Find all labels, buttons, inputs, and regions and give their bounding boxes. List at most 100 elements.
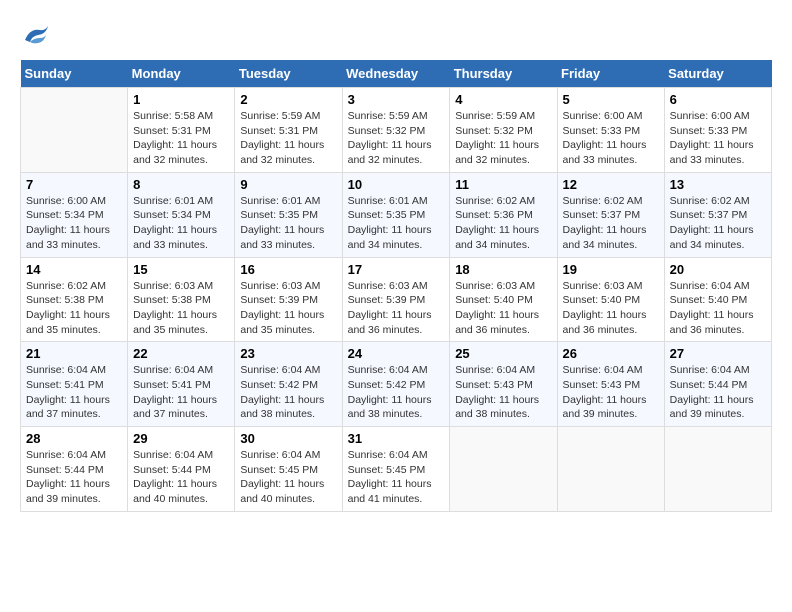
day-info: Sunrise: 6:02 AMSunset: 5:37 PMDaylight:… <box>670 194 766 253</box>
day-number: 10 <box>348 177 445 192</box>
calendar-cell: 1Sunrise: 5:58 AMSunset: 5:31 PMDaylight… <box>128 88 235 173</box>
day-number: 22 <box>133 346 229 361</box>
day-number: 19 <box>563 262 659 277</box>
day-info: Sunrise: 5:59 AMSunset: 5:32 PMDaylight:… <box>455 109 551 168</box>
weekday-header-saturday: Saturday <box>664 60 771 88</box>
day-info: Sunrise: 6:04 AMSunset: 5:43 PMDaylight:… <box>563 363 659 422</box>
day-info: Sunrise: 6:04 AMSunset: 5:42 PMDaylight:… <box>240 363 336 422</box>
day-number: 31 <box>348 431 445 446</box>
calendar-cell <box>450 427 557 512</box>
day-number: 8 <box>133 177 229 192</box>
calendar-cell: 9 Sunrise: 6:01 AMSunset: 5:35 PMDaylight… <box>235 172 342 257</box>
calendar-cell: 29 Sunrise: 6:04 AMSunset: 5:44 PMDayligh… <box>128 427 235 512</box>
weekday-header-wednesday: Wednesday <box>342 60 450 88</box>
day-number: 27 <box>670 346 766 361</box>
day-info: Sunrise: 6:00 AMSunset: 5:33 PMDaylight:… <box>670 109 766 168</box>
day-info: Sunrise: 6:04 AMSunset: 5:41 PMDaylight:… <box>133 363 229 422</box>
day-number: 13 <box>670 177 766 192</box>
day-info: Sunrise: 6:04 AMSunset: 5:41 PMDaylight:… <box>26 363 122 422</box>
day-info: Sunrise: 6:01 AMSunset: 5:34 PMDaylight:… <box>133 194 229 253</box>
day-info: Sunrise: 5:59 AMSunset: 5:32 PMDaylight:… <box>348 109 445 168</box>
day-number: 2 <box>240 92 336 107</box>
weekday-header-friday: Friday <box>557 60 664 88</box>
day-number: 14 <box>26 262 122 277</box>
weekday-header-row: SundayMondayTuesdayWednesdayThursdayFrid… <box>21 60 772 88</box>
calendar-cell: 6Sunrise: 6:00 AMSunset: 5:33 PMDaylight… <box>664 88 771 173</box>
calendar-cell <box>557 427 664 512</box>
day-info: Sunrise: 6:04 AMSunset: 5:42 PMDaylight:… <box>348 363 445 422</box>
week-row-1: 1Sunrise: 5:58 AMSunset: 5:31 PMDaylight… <box>21 88 772 173</box>
weekday-header-monday: Monday <box>128 60 235 88</box>
day-number: 21 <box>26 346 122 361</box>
day-number: 16 <box>240 262 336 277</box>
calendar-cell: 19 Sunrise: 6:03 AMSunset: 5:40 PMDayligh… <box>557 257 664 342</box>
logo <box>20 20 54 50</box>
day-info: Sunrise: 6:01 AMSunset: 5:35 PMDaylight:… <box>240 194 336 253</box>
day-info: Sunrise: 6:01 AMSunset: 5:35 PMDaylight:… <box>348 194 445 253</box>
day-info: Sunrise: 6:04 AMSunset: 5:40 PMDaylight:… <box>670 279 766 338</box>
calendar-cell: 3 Sunrise: 5:59 AMSunset: 5:32 PMDaylight… <box>342 88 450 173</box>
day-info: Sunrise: 5:58 AMSunset: 5:31 PMDaylight:… <box>133 109 229 168</box>
day-info: Sunrise: 6:03 AMSunset: 5:38 PMDaylight:… <box>133 279 229 338</box>
day-number: 29 <box>133 431 229 446</box>
calendar-cell: 11 Sunrise: 6:02 AMSunset: 5:36 PMDayligh… <box>450 172 557 257</box>
calendar-cell: 13 Sunrise: 6:02 AMSunset: 5:37 PMDayligh… <box>664 172 771 257</box>
calendar-cell: 7Sunrise: 6:00 AMSunset: 5:34 PMDaylight… <box>21 172 128 257</box>
day-info: Sunrise: 6:04 AMSunset: 5:45 PMDaylight:… <box>348 448 445 507</box>
day-number: 30 <box>240 431 336 446</box>
week-row-3: 14Sunrise: 6:02 AMSunset: 5:38 PMDayligh… <box>21 257 772 342</box>
day-info: Sunrise: 6:03 AMSunset: 5:40 PMDaylight:… <box>455 279 551 338</box>
weekday-header-tuesday: Tuesday <box>235 60 342 88</box>
day-info: Sunrise: 6:02 AMSunset: 5:36 PMDaylight:… <box>455 194 551 253</box>
week-row-4: 21 Sunrise: 6:04 AMSunset: 5:41 PMDayligh… <box>21 342 772 427</box>
calendar-cell: 31 Sunrise: 6:04 AMSunset: 5:45 PMDayligh… <box>342 427 450 512</box>
calendar-cell <box>664 427 771 512</box>
day-info: Sunrise: 6:04 AMSunset: 5:44 PMDaylight:… <box>670 363 766 422</box>
calendar-cell: 8 Sunrise: 6:01 AMSunset: 5:34 PMDaylight… <box>128 172 235 257</box>
calendar-cell: 16 Sunrise: 6:03 AMSunset: 5:39 PMDayligh… <box>235 257 342 342</box>
day-info: Sunrise: 5:59 AMSunset: 5:31 PMDaylight:… <box>240 109 336 168</box>
weekday-header-thursday: Thursday <box>450 60 557 88</box>
day-number: 11 <box>455 177 551 192</box>
calendar-cell: 2 Sunrise: 5:59 AMSunset: 5:31 PMDaylight… <box>235 88 342 173</box>
day-number: 25 <box>455 346 551 361</box>
calendar-cell: 26 Sunrise: 6:04 AMSunset: 5:43 PMDayligh… <box>557 342 664 427</box>
day-info: Sunrise: 6:02 AMSunset: 5:37 PMDaylight:… <box>563 194 659 253</box>
calendar-cell: 22 Sunrise: 6:04 AMSunset: 5:41 PMDayligh… <box>128 342 235 427</box>
weekday-header-sunday: Sunday <box>21 60 128 88</box>
calendar-cell: 12 Sunrise: 6:02 AMSunset: 5:37 PMDayligh… <box>557 172 664 257</box>
calendar-cell <box>21 88 128 173</box>
logo-icon <box>20 20 50 50</box>
calendar-cell: 15 Sunrise: 6:03 AMSunset: 5:38 PMDayligh… <box>128 257 235 342</box>
day-number: 12 <box>563 177 659 192</box>
calendar-cell: 20 Sunrise: 6:04 AMSunset: 5:40 PMDayligh… <box>664 257 771 342</box>
calendar-cell: 23Sunrise: 6:04 AMSunset: 5:42 PMDayligh… <box>235 342 342 427</box>
day-info: Sunrise: 6:00 AMSunset: 5:34 PMDaylight:… <box>26 194 122 253</box>
week-row-2: 7Sunrise: 6:00 AMSunset: 5:34 PMDaylight… <box>21 172 772 257</box>
calendar-cell: 18 Sunrise: 6:03 AMSunset: 5:40 PMDayligh… <box>450 257 557 342</box>
week-row-5: 28 Sunrise: 6:04 AMSunset: 5:44 PMDayligh… <box>21 427 772 512</box>
day-number: 20 <box>670 262 766 277</box>
day-info: Sunrise: 6:04 AMSunset: 5:44 PMDaylight:… <box>26 448 122 507</box>
day-number: 26 <box>563 346 659 361</box>
calendar-cell: 27 Sunrise: 6:04 AMSunset: 5:44 PMDayligh… <box>664 342 771 427</box>
day-number: 3 <box>348 92 445 107</box>
day-info: Sunrise: 6:03 AMSunset: 5:40 PMDaylight:… <box>563 279 659 338</box>
calendar-table: SundayMondayTuesdayWednesdayThursdayFrid… <box>20 60 772 512</box>
day-number: 15 <box>133 262 229 277</box>
day-number: 9 <box>240 177 336 192</box>
day-info: Sunrise: 6:00 AMSunset: 5:33 PMDaylight:… <box>563 109 659 168</box>
calendar-cell: 25Sunrise: 6:04 AMSunset: 5:43 PMDayligh… <box>450 342 557 427</box>
day-number: 18 <box>455 262 551 277</box>
calendar-cell: 21 Sunrise: 6:04 AMSunset: 5:41 PMDayligh… <box>21 342 128 427</box>
day-info: Sunrise: 6:04 AMSunset: 5:44 PMDaylight:… <box>133 448 229 507</box>
day-number: 17 <box>348 262 445 277</box>
day-number: 5 <box>563 92 659 107</box>
day-info: Sunrise: 6:03 AMSunset: 5:39 PMDaylight:… <box>240 279 336 338</box>
calendar-cell: 10 Sunrise: 6:01 AMSunset: 5:35 PMDayligh… <box>342 172 450 257</box>
day-info: Sunrise: 6:04 AMSunset: 5:45 PMDaylight:… <box>240 448 336 507</box>
page-header <box>20 20 772 50</box>
calendar-cell: 17Sunrise: 6:03 AMSunset: 5:39 PMDayligh… <box>342 257 450 342</box>
calendar-cell: 28 Sunrise: 6:04 AMSunset: 5:44 PMDayligh… <box>21 427 128 512</box>
day-number: 28 <box>26 431 122 446</box>
